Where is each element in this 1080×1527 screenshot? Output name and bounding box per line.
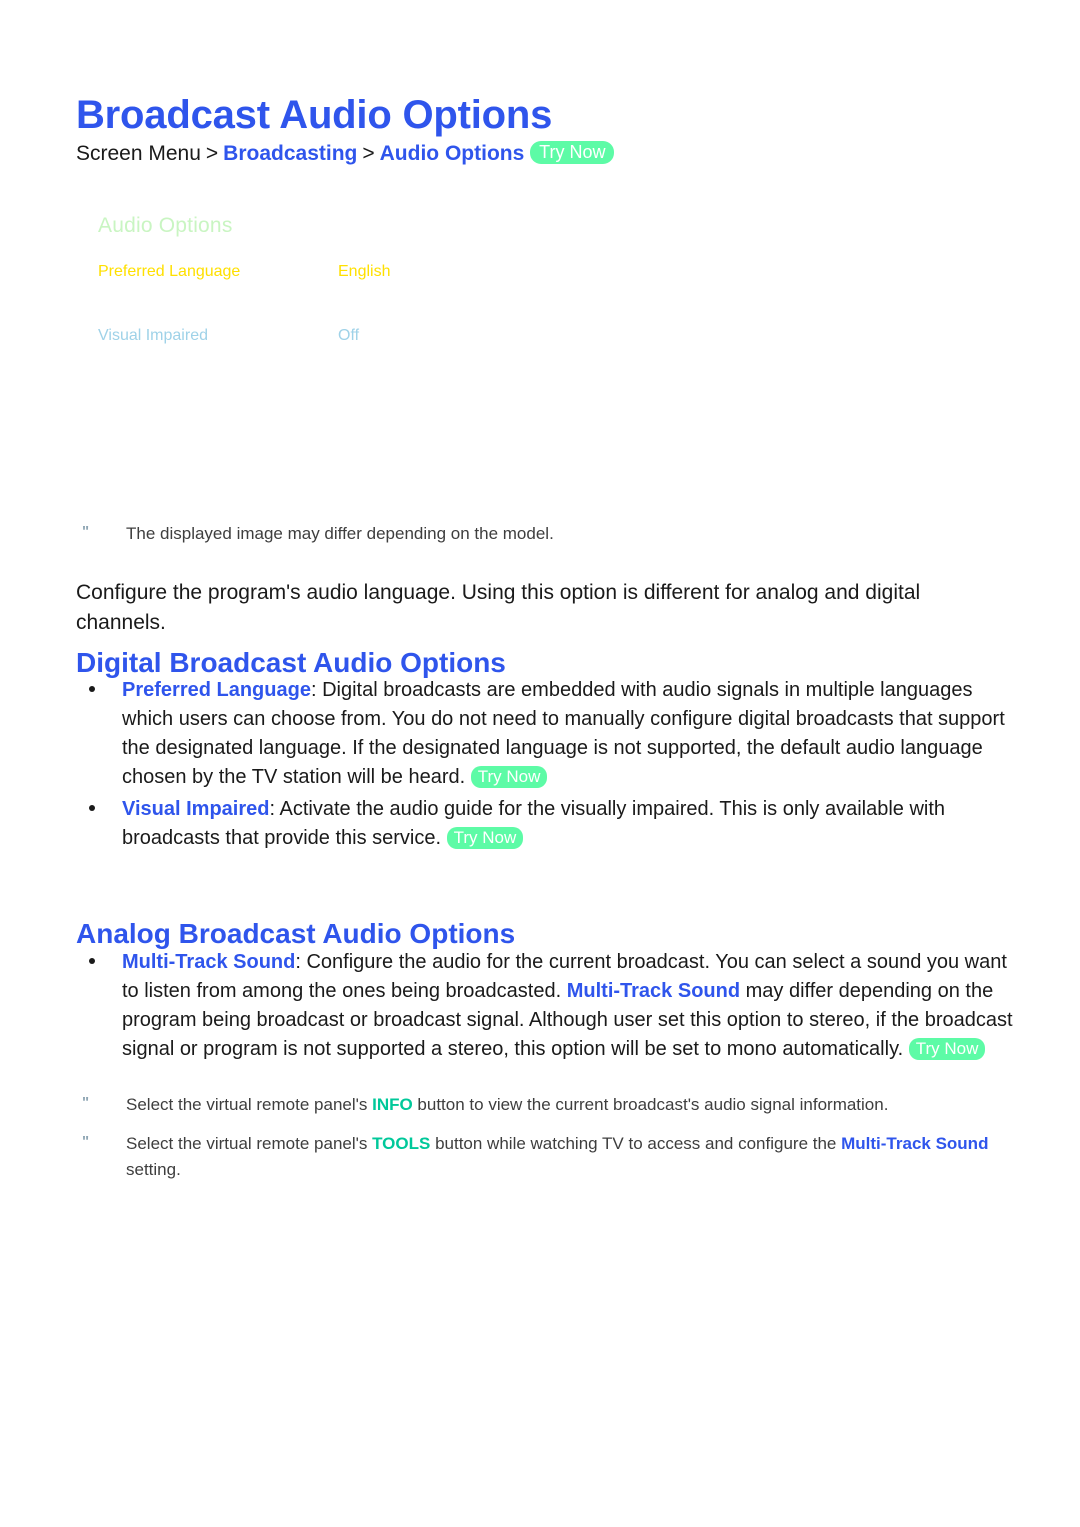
note-tools-mid: button while watching TV to access and c…	[430, 1134, 842, 1153]
note-mark-icon: "	[82, 1133, 90, 1150]
tv-menu-row-value: English	[338, 263, 391, 280]
bullet-visual-impaired: Visual Impaired: Activate the audio guid…	[89, 795, 1009, 853]
bullet-term-link[interactable]: Preferred Language	[122, 679, 311, 701]
note-mark-icon: "	[82, 1094, 90, 1111]
bullet-dot-icon	[89, 805, 95, 811]
note-tools-button: " Select the virtual remote panel's TOOL…	[82, 1131, 1002, 1183]
note-tools-pre: Select the virtual remote panel's	[126, 1134, 373, 1153]
tv-menu-title: Audio Options	[98, 214, 233, 237]
try-now-badge-breadcrumb[interactable]: Try Now	[530, 141, 615, 164]
try-now-badge-preferred-language[interactable]: Try Now	[470, 766, 548, 788]
bullet-dot-icon	[89, 686, 95, 692]
note-text: Select the virtual remote panel's INFO b…	[126, 1092, 992, 1118]
tv-menu-row-value: Off	[338, 327, 360, 344]
try-now-badge-multi-track-sound[interactable]: Try Now	[908, 1038, 986, 1060]
section-heading-digital: Digital Broadcast Audio Options	[76, 647, 506, 679]
breadcrumb-root: Screen Menu	[76, 142, 201, 165]
intro-paragraph: Configure the program's audio language. …	[76, 581, 921, 634]
note-info-post: button to view the current broadcast's a…	[412, 1095, 889, 1114]
note-info-button: " Select the virtual remote panel's INFO…	[82, 1092, 992, 1118]
bullet-text: Preferred Language: Digital broadcasts a…	[122, 676, 1009, 792]
note-info-pre: Select the virtual remote panel's	[126, 1095, 373, 1114]
bullet-inline-link[interactable]: Multi-Track Sound	[567, 980, 740, 1002]
bullet-multi-track-sound: Multi-Track Sound: Configure the audio f…	[89, 948, 1014, 1064]
breadcrumb-link-broadcasting[interactable]: Broadcasting	[223, 142, 357, 165]
breadcrumb-separator-1: >	[205, 142, 219, 165]
tv-menu-row-label: Preferred Language	[98, 263, 241, 280]
bullet-term-link[interactable]: Multi-Track Sound	[122, 951, 295, 973]
breadcrumb-separator-2: >	[362, 142, 375, 165]
note-tools-key: TOOLS	[372, 1134, 431, 1153]
bullet-text: Visual Impaired: Activate the audio guid…	[122, 795, 1009, 853]
try-now-badge-visual-impaired[interactable]: Try Now	[446, 827, 524, 849]
note-text: Select the virtual remote panel's TOOLS …	[126, 1131, 1002, 1183]
note-text: The displayed image may differ depending…	[126, 524, 554, 543]
note-tools-link[interactable]: Multi-Track Sound	[841, 1134, 988, 1153]
bullet-preferred-language: Preferred Language: Digital broadcasts a…	[89, 676, 1009, 792]
breadcrumb-link-audio-options[interactable]: Audio Options	[380, 142, 525, 165]
bullet-dot-icon	[89, 958, 95, 964]
tv-menu-mockup: Audio Options Preferred Language English…	[98, 214, 538, 444]
section-heading-analog: Analog Broadcast Audio Options	[76, 918, 516, 950]
note-tools-post: setting.	[126, 1160, 181, 1179]
note-model-difference: " The displayed image may differ dependi…	[82, 521, 982, 547]
bullet-term-link[interactable]: Visual Impaired	[122, 798, 269, 820]
document-page: Broadcast Audio Options Screen Menu > Broa…	[0, 0, 1080, 1527]
bullet-text: Multi-Track Sound: Configure the audio f…	[122, 948, 1014, 1064]
note-info-key: INFO	[372, 1095, 413, 1114]
note-mark-icon: "	[82, 523, 90, 540]
page-title: Broadcast Audio Options	[76, 92, 553, 137]
tv-menu-row-label: Visual Impaired	[98, 327, 208, 344]
breadcrumb: Screen Menu > Broadcasting > Audio Options T…	[76, 141, 615, 165]
